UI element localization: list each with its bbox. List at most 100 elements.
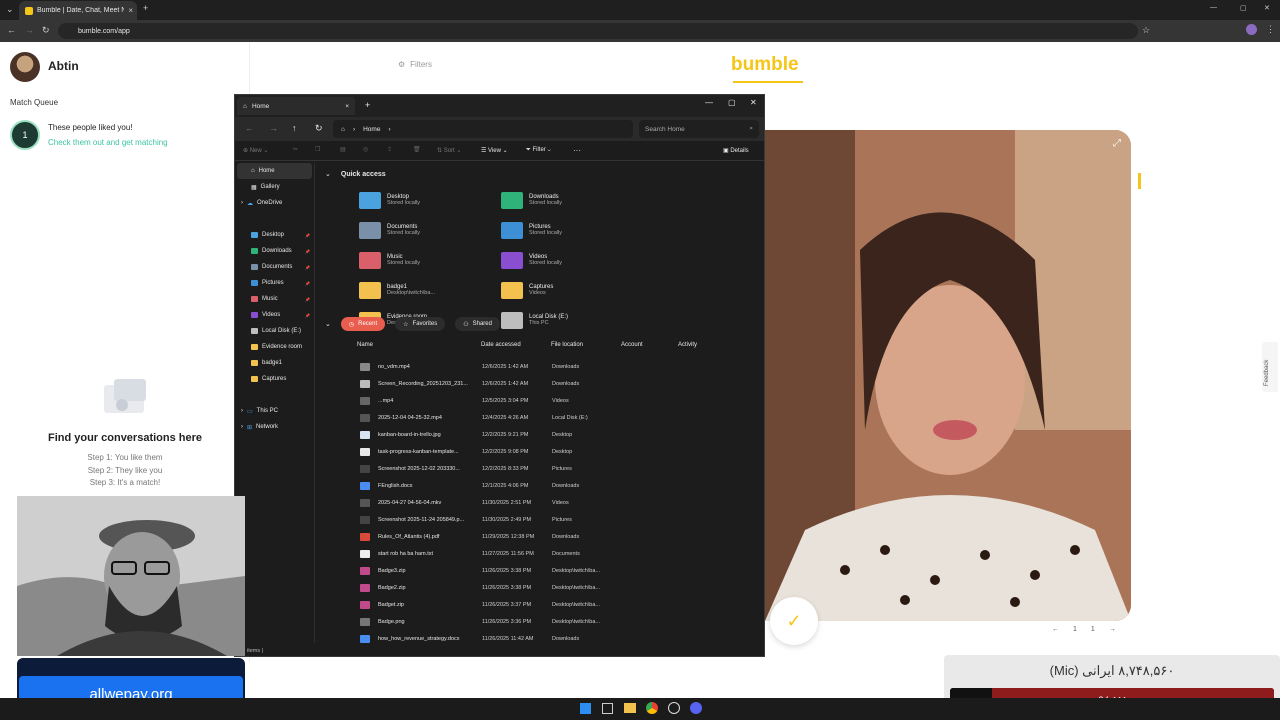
back-icon[interactable]: ←: [7, 25, 16, 35]
minimize-button[interactable]: —: [1210, 4, 1217, 11]
details-button[interactable]: ▣ Details: [723, 147, 749, 154]
nav-pinned-item[interactable]: Music 📌: [235, 291, 314, 307]
user-avatar[interactable]: [10, 52, 40, 82]
copy-icon[interactable]: ❐: [315, 146, 320, 153]
explorer-new-tab-button[interactable]: +: [365, 100, 370, 110]
file-row[interactable]: start rob ha ba ham.txt 11/27/2025 11:56 …: [235, 545, 764, 562]
file-row[interactable]: kanban-board-in-trello.jpg 12/2/2025 9:21…: [235, 426, 764, 443]
nav-pinned-item[interactable]: Documents 📌: [235, 259, 314, 275]
quick-access-item[interactable]: Documents Stored locally: [359, 215, 499, 245]
chrome-taskbar-icon[interactable]: [646, 702, 658, 714]
col-location[interactable]: File location: [551, 342, 621, 348]
obs-taskbar-icon[interactable]: [668, 702, 680, 714]
delete-icon[interactable]: 🗑: [413, 146, 421, 153]
file-row[interactable]: task-progress-kanban-template... 12/2/202…: [235, 443, 764, 460]
explorer-tab-home[interactable]: ⌂ Home ×: [237, 97, 355, 115]
file-row[interactable]: FEnglish.docx 12/1/2025 4:06 PM Downloads: [235, 477, 764, 494]
quick-access-item[interactable]: Pictures Stored locally: [501, 215, 641, 245]
quick-access-item[interactable]: Music Stored locally: [359, 245, 499, 275]
file-row[interactable]: how_how_revenue_strategy.docx 11/26/2025 …: [235, 630, 764, 647]
view-button[interactable]: ☰ View ⌄: [481, 147, 508, 154]
new-button[interactable]: ⊕ New ⌄: [243, 147, 268, 154]
liked-count-badge[interactable]: 1: [10, 120, 40, 150]
quick-access-item[interactable]: Videos Stored locally: [501, 245, 641, 275]
maximize-button[interactable]: ▢: [1240, 4, 1247, 12]
nav-pinned-item[interactable]: Downloads 📌: [235, 243, 314, 259]
bookmark-star-icon[interactable]: ☆: [1142, 25, 1150, 36]
file-row[interactable]: Badge3.zip 11/26/2025 3:38 PM Desktop\twit…: [235, 562, 764, 579]
file-row[interactable]: Screenshot 2025-12-02 203330... 12/2/2025…: [235, 460, 764, 477]
address-bar[interactable]: bumble.com/app: [58, 23, 1138, 39]
file-row[interactable]: Screen_Recording_20251203_231... 12/6/202…: [235, 375, 764, 392]
close-window-button[interactable]: ✕: [1264, 4, 1270, 12]
like-check-button[interactable]: ✓: [770, 597, 818, 645]
file-row[interactable]: 2025-12-04 04-25-32.mp4 12/4/2025 4:26 AM…: [235, 409, 764, 426]
explorer-back-icon[interactable]: ←: [245, 123, 254, 133]
quick-access-item[interactable]: Local Disk (E:) This PC: [501, 305, 641, 335]
pager-prev-icon[interactable]: ←: [1052, 626, 1059, 633]
explorer-forward-icon[interactable]: →: [269, 123, 278, 133]
col-activity[interactable]: Activity: [678, 342, 738, 348]
tab-search-icon[interactable]: ⌄: [6, 4, 14, 15]
reload-icon[interactable]: ↻: [42, 25, 50, 36]
quick-access-item[interactable]: badge1 Desktop\twitch\ba...: [359, 275, 499, 305]
menu-kebab-icon[interactable]: ⋮: [1266, 24, 1275, 35]
feedback-tab[interactable]: Feedback: [1262, 342, 1278, 392]
browser-tab-bumble[interactable]: Bumble | Date, Chat, Meet New ×: [19, 1, 137, 20]
file-row[interactable]: Rules_Of_Atlantis (4).pdf 11/29/2025 12:3…: [235, 528, 764, 545]
favorites-filter-pill[interactable]: ☆ Favorites: [395, 317, 446, 331]
forward-icon[interactable]: →: [25, 25, 34, 35]
explorer-up-icon[interactable]: ↑: [292, 123, 297, 133]
nav-pinned-item[interactable]: Evidence room: [235, 339, 314, 355]
recent-filter-pill[interactable]: ◷ Recent: [340, 317, 386, 331]
file-row[interactable]: Badge.png 11/26/2025 3:36 PM Desktop\twitc…: [235, 613, 764, 630]
nav-pinned-item[interactable]: Videos 📌: [235, 307, 314, 323]
breadcrumb[interactable]: Home: [363, 126, 380, 133]
nav-gallery[interactable]: ▦ Gallery: [235, 179, 314, 195]
cut-icon[interactable]: ✂: [293, 146, 298, 153]
explorer-address-bar[interactable]: ⌂ › Home ›: [333, 120, 633, 138]
share-icon[interactable]: ⇪: [387, 146, 392, 153]
explorer-search-box[interactable]: Search Home ⌕: [639, 120, 759, 138]
col-account[interactable]: Account: [621, 342, 678, 348]
profile-avatar[interactable]: [1246, 24, 1257, 35]
explorer-tab-close-icon[interactable]: ×: [345, 103, 349, 110]
filters-button[interactable]: ⚙ Filters: [398, 60, 432, 69]
tab-close-icon[interactable]: ×: [128, 6, 133, 15]
task-view-icon[interactable]: [602, 703, 613, 714]
explorer-close-icon[interactable]: ✕: [750, 98, 757, 107]
explorer-minimize-icon[interactable]: —: [705, 98, 713, 107]
paste-icon[interactable]: ▤: [340, 146, 346, 153]
file-row[interactable]: Badge2.zip 11/26/2025 3:38 PM Desktop\twit…: [235, 579, 764, 596]
expand-photo-icon[interactable]: ⤢: [1113, 138, 1121, 149]
filter-button[interactable]: ⏷ Filter ⌄: [526, 147, 551, 154]
file-row[interactable]: Screenshot 2025-11-24 205849.p... 11/30/2…: [235, 511, 764, 528]
file-row[interactable]: no_vdm.mp4 12/6/2025 1:42 AM Downloads: [235, 358, 764, 375]
start-windows-icon[interactable]: [580, 703, 591, 714]
profile-photo[interactable]: ⤢: [765, 130, 1131, 621]
more-button[interactable]: ···: [573, 146, 581, 155]
new-tab-button[interactable]: +: [143, 3, 148, 13]
nav-pinned-item[interactable]: Pictures 📌: [235, 275, 314, 291]
quick-access-item[interactable]: Captures Videos: [501, 275, 641, 305]
sort-button[interactable]: ⇅ Sort ⌄: [437, 147, 461, 154]
quick-access-header[interactable]: ⌄ Quick access: [325, 170, 386, 179]
bumble-logo[interactable]: bumble: [731, 54, 799, 76]
shared-filter-pill[interactable]: ⚇ Shared: [455, 317, 500, 331]
file-row[interactable]: Badget.zip 11/26/2025 3:37 PM Desktop\twit…: [235, 596, 764, 613]
liked-link[interactable]: Check them out and get matching: [48, 138, 168, 147]
explorer-refresh-icon[interactable]: ↻: [315, 123, 323, 134]
pager-next-icon[interactable]: →: [1109, 626, 1116, 633]
nav-onedrive[interactable]: › ☁ OneDrive: [235, 195, 314, 211]
file-row[interactable]: ...mp4 12/5/2025 3:04 PM Videos: [235, 392, 764, 409]
col-date[interactable]: Date accessed: [481, 342, 551, 348]
quick-access-item[interactable]: Downloads Stored locally: [501, 185, 641, 215]
discord-taskbar-icon[interactable]: [690, 702, 702, 714]
nav-home[interactable]: ⌂ Home: [237, 163, 312, 179]
explorer-maximize-icon[interactable]: ▢: [728, 98, 736, 107]
file-row[interactable]: 2025-04-27 04-56-04.mkv 11/30/2025 2:51 P…: [235, 494, 764, 511]
rename-icon[interactable]: ◎: [363, 146, 368, 153]
nav-pinned-item[interactable]: Desktop 📌: [235, 227, 314, 243]
col-name[interactable]: Name: [357, 342, 481, 348]
file-explorer-taskbar-icon[interactable]: [624, 703, 636, 713]
